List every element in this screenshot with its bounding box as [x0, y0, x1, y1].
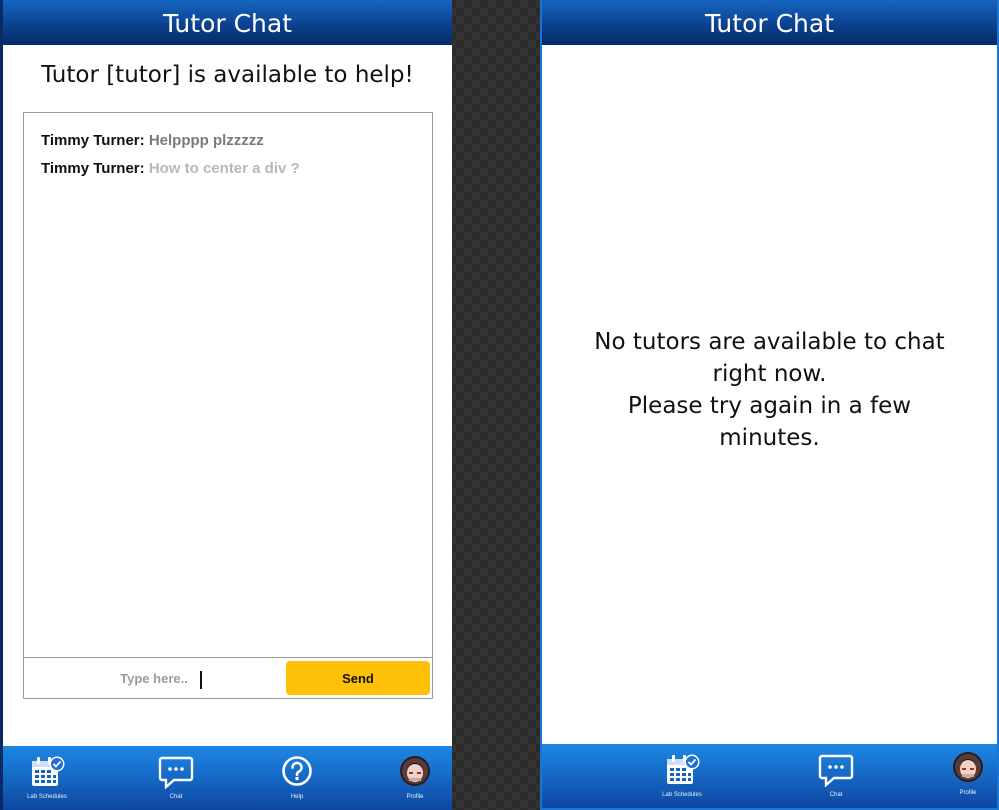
tab-label: Lab Schedules [662, 792, 702, 798]
tab-profile[interactable]: Profile [928, 744, 997, 808]
message-text: Helpppp plzzzzz [148, 132, 264, 149]
tab-label: Profile [406, 794, 424, 800]
message-sender: Timmy Turner: [41, 160, 145, 177]
question-circle-icon [279, 754, 315, 790]
bottom-tab-bar: Lab Schedules Chat Help Profile [3, 746, 452, 810]
chat-message: Timmy Turner: Helpppp plzzzzz [41, 127, 415, 155]
message-input[interactable] [24, 658, 284, 698]
chat-message-list[interactable]: Timmy Turner: Helpppp plzzzzz Timmy Turn… [23, 112, 433, 658]
message-line: minutes. [719, 425, 820, 451]
message-sender: Timmy Turner: [41, 132, 145, 149]
tab-profile[interactable]: Profile [375, 746, 452, 810]
bottom-tab-bar: Lab Schedules Chat Profile [542, 744, 997, 808]
message-line: right now. [712, 361, 827, 387]
chat-message: Timmy Turner: How to center a div ? [41, 155, 415, 183]
message-text: How to center a div ? [148, 160, 300, 177]
tab-label: Help [290, 794, 304, 800]
text-cursor [200, 671, 202, 689]
tab-chat[interactable]: Chat [136, 746, 216, 810]
tab-lab-schedules[interactable]: Lab Schedules [7, 746, 87, 810]
tab-label: Profile [959, 790, 977, 796]
tab-chat[interactable]: Chat [796, 744, 876, 808]
send-button[interactable]: Send [286, 661, 430, 695]
calendar-check-icon [29, 754, 65, 790]
header-title: Tutor Chat [542, 0, 997, 45]
tab-help[interactable]: Help [257, 746, 337, 810]
message-line: Please try again in a few [627, 393, 912, 419]
header-title: Tutor Chat [3, 0, 452, 45]
tutor-status-heading: Tutor [tutor] is available to help! [41, 62, 414, 88]
chat-screen-unavailable: Tutor Chat No tutors are available to ch… [540, 0, 999, 810]
tab-lab-schedules[interactable]: Lab Schedules [642, 744, 722, 808]
message-composer: Send [23, 657, 433, 699]
tab-label: Chat [169, 794, 183, 800]
avatar-icon [397, 754, 433, 790]
no-tutors-message: No tutors are available to chat right no… [542, 326, 997, 454]
tab-label: Chat [829, 792, 843, 798]
message-line: No tutors are available to chat [594, 329, 945, 355]
calendar-check-icon [664, 752, 700, 788]
chat-bubble-icon [818, 752, 854, 788]
chat-bubble-icon [158, 754, 194, 790]
chat-screen-available: Tutor Chat Tutor [tutor] is available to… [0, 0, 452, 810]
avatar-icon [950, 750, 986, 786]
tab-label: Lab Schedules [27, 794, 67, 800]
